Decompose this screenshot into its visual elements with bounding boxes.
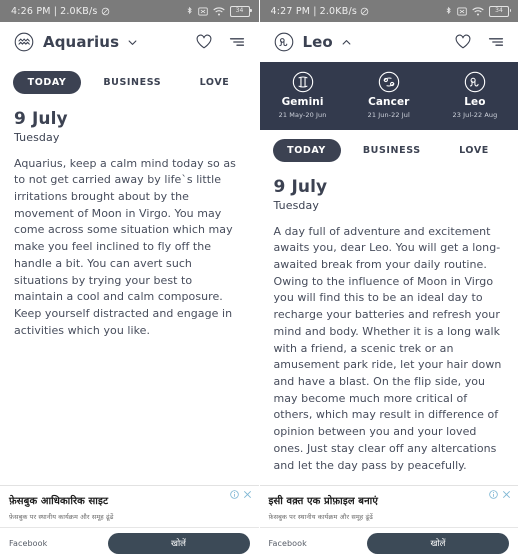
horoscope-weekday: Tuesday (14, 130, 60, 144)
ad-cta-button[interactable]: खोलें (107, 533, 250, 554)
phone-screen-left: 4:26 PM | 2.0KB/s 34 Aquarius TODAY BUSI… (0, 0, 260, 560)
ad-brand-label: Facebook (268, 539, 307, 548)
horoscope-date: 9 July (273, 177, 328, 197)
status-left-group: 4:26 PM | 2.0KB/s (11, 6, 110, 17)
data-saver-icon (101, 7, 109, 15)
close-icon[interactable] (243, 490, 252, 499)
ad-top-left: फ़ेसबुक आधिकारिक साइट फ़ेसबुक पर स्थानीय… (0, 486, 259, 527)
zodiac-picker-strip: Gemini 21 May-20 Jun Cancer 21 Jun-22 Ju… (259, 62, 518, 130)
bluetooth-icon (446, 6, 451, 14)
zodiac-option-gemini[interactable]: Gemini 21 May-20 Jun (260, 71, 346, 119)
filter-icon[interactable] (229, 35, 245, 49)
battery-level: 34 (495, 7, 503, 14)
sign-selector-leo[interactable]: Leo (274, 32, 351, 52)
status-left-group-right: 4:27 PM | 2.0KB/s (271, 6, 370, 17)
ad-bottom-right: Facebook खोलें (259, 527, 518, 560)
ad-title: फ़ेसबुक आधिकारिक साइट (9, 496, 109, 507)
horoscope-weekday: Tuesday (273, 198, 319, 212)
horoscope-content-right: 9 July Tuesday A day full of adventure a… (260, 166, 518, 485)
battery-icon: 34 (229, 5, 252, 17)
leo-icon (464, 71, 486, 93)
tab-bar-left: TODAY BUSINESS LOVE (0, 62, 259, 98)
info-icon[interactable] (489, 490, 498, 499)
horoscope-date: 9 July (14, 109, 68, 129)
ad-top-right: इसी वक़्त एक प्रोफ़ाइल बनाएं फ़ेसबुक पर … (260, 486, 518, 527)
battery-level: 34 (235, 7, 244, 14)
info-icon[interactable] (229, 490, 239, 499)
current-sign-label: Leo (302, 33, 333, 51)
tab-business[interactable]: BUSINESS (341, 139, 444, 162)
bluetooth-icon (187, 6, 192, 14)
ad-cta-button[interactable]: खोलें (367, 533, 509, 554)
horoscope-text: A day full of adventure and excitement a… (273, 224, 502, 472)
tab-today[interactable]: TODAY (13, 71, 81, 94)
ad-badges-right (489, 490, 511, 499)
app-bar-left: Aquarius (0, 22, 259, 62)
gemini-icon (292, 71, 313, 93)
phone-screen-right: 4:27 PM | 2.0KB/s 34 Leo Gemini 21 May-2… (259, 0, 518, 560)
ad-bottom-left: Facebook खोलें (0, 527, 259, 560)
status-right-group: 34 (186, 5, 252, 17)
close-icon[interactable] (502, 490, 511, 499)
status-separator: | (313, 5, 317, 17)
screenshot-pair: 4:26 PM | 2.0KB/s 34 Aquarius TODAY BUSI… (0, 0, 518, 560)
tab-business[interactable]: BUSINESS (81, 71, 184, 94)
ad-subtitle: फ़ेसबुक पर स्थानीय कार्यक्रम और समूह ढूं… (9, 513, 114, 521)
heart-icon[interactable] (196, 34, 212, 50)
status-time: 4:27 PM (270, 5, 311, 17)
horoscope-content-left: 9 July Tuesday Aquarius, keep a calm min… (0, 98, 259, 485)
data-saver-icon (360, 7, 369, 15)
sign-selector-aquarius[interactable]: Aquarius (14, 32, 137, 52)
tab-love[interactable]: LOVE (184, 71, 246, 94)
zodiac-name: Gemini (281, 96, 324, 108)
tab-bar-right: TODAY BUSINESS LOVE (260, 130, 518, 166)
zodiac-name: Cancer (368, 96, 410, 108)
zodiac-name: Leo (464, 96, 486, 108)
wifi-icon (472, 6, 484, 15)
horoscope-text: Aquarius, keep a calm mind today so as t… (14, 156, 236, 337)
ad-badges-left (229, 490, 252, 499)
tab-today[interactable]: TODAY (272, 139, 341, 162)
leo-icon (274, 32, 293, 52)
chevron-down-icon (128, 39, 137, 45)
zodiac-date-range: 21 May-20 Jun (278, 111, 327, 119)
ad-banner-right[interactable]: इसी वक़्त एक प्रोफ़ाइल बनाएं फ़ेसबुक पर … (259, 485, 518, 560)
cancer-icon (378, 71, 399, 93)
status-bar-left: 4:26 PM | 2.0KB/s 34 (0, 0, 259, 22)
wifi-icon (212, 6, 225, 15)
battery-icon: 34 (489, 5, 511, 17)
status-time: 4:26 PM (11, 5, 51, 17)
status-netspeed: 2.0KB/s (60, 5, 98, 17)
chevron-up-icon (342, 39, 351, 45)
zodiac-date-range: 21 Jun-22 Jul (367, 111, 410, 119)
app-bar-actions-left (196, 34, 245, 50)
ad-banner-left[interactable]: फ़ेसबुक आधिकारिक साइट फ़ेसबुक पर स्थानीय… (0, 485, 259, 560)
heart-icon[interactable] (455, 34, 471, 50)
zodiac-option-cancer[interactable]: Cancer 21 Jun-22 Jul (346, 71, 432, 119)
status-right-group-right: 34 (445, 5, 511, 17)
ad-title: इसी वक़्त एक प्रोफ़ाइल बनाएं (268, 496, 378, 507)
app-bar-actions-right (455, 34, 504, 50)
no-sim-icon (197, 7, 208, 15)
status-netspeed: 2.0KB/s (319, 5, 357, 17)
app-bar-right: Leo (259, 22, 518, 62)
aquarius-icon (14, 32, 34, 52)
tab-love[interactable]: LOVE (443, 139, 505, 162)
ad-brand-label: Facebook (9, 539, 48, 548)
zodiac-option-leo[interactable]: Leo 23 Jul-22 Aug (432, 71, 518, 119)
ad-subtitle: फ़ेसबुक पर स्थानीय कार्यक्रम और समूह ढूं… (268, 513, 374, 521)
zodiac-date-range: 23 Jul-22 Aug (452, 111, 498, 119)
status-bar-right: 4:27 PM | 2.0KB/s 34 (259, 0, 518, 22)
current-sign-label: Aquarius (43, 33, 120, 51)
no-sim-icon (457, 7, 467, 15)
status-separator: | (53, 5, 58, 17)
filter-icon[interactable] (488, 35, 504, 49)
